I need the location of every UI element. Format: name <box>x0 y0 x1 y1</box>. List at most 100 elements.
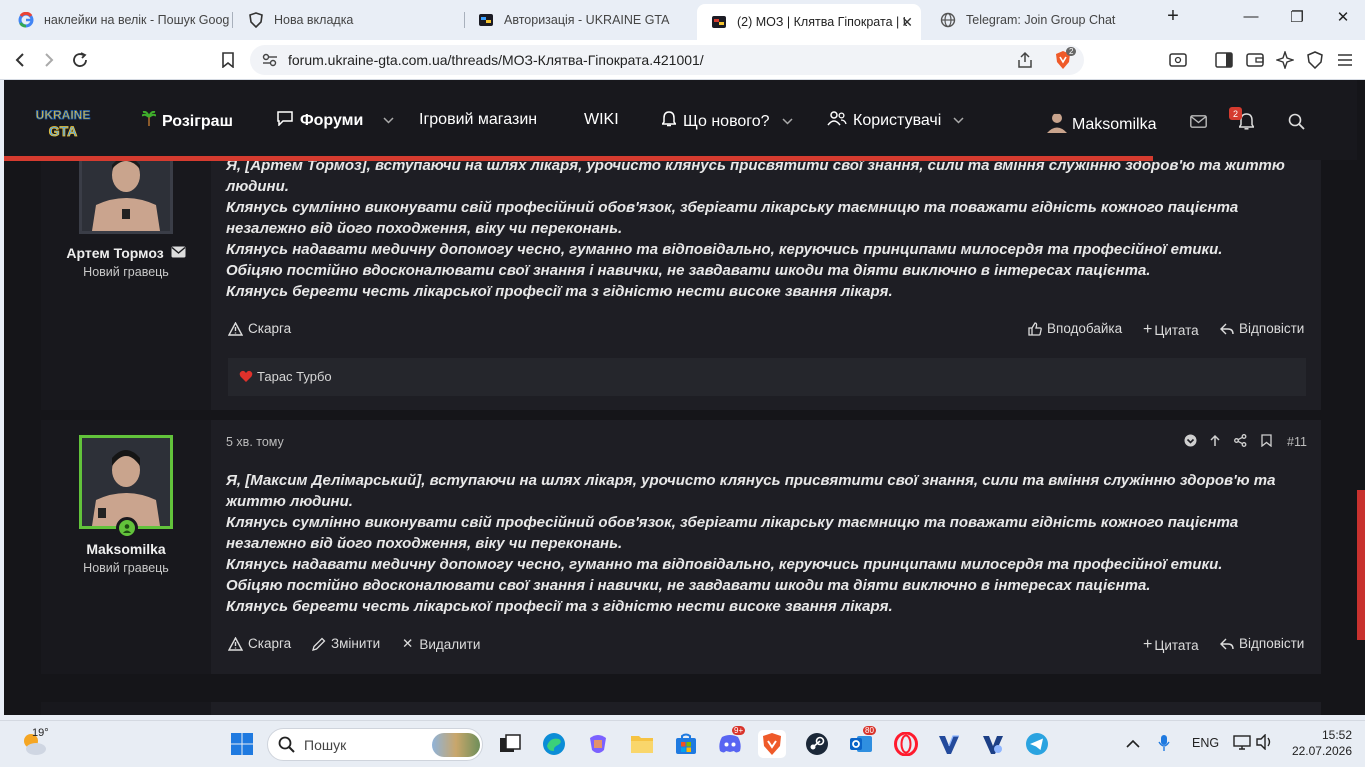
nav-whats-new[interactable]: Що нового? <box>661 111 793 132</box>
arrow-up-icon[interactable] <box>1209 434 1221 447</box>
nav-shop[interactable]: Ігровий магазин <box>419 111 537 129</box>
edge-icon[interactable] <box>540 730 568 758</box>
outlook-icon[interactable]: 80 <box>847 726 876 758</box>
reply-button[interactable]: Відповісти <box>1220 321 1304 336</box>
brave-shields-icon[interactable]: 2 <box>1054 47 1077 75</box>
chevron-down-icon[interactable] <box>953 115 964 127</box>
logo-top-text: UKRAINE <box>36 108 91 122</box>
scrollbar-thumb[interactable] <box>1357 490 1365 640</box>
globe-icon <box>940 12 956 28</box>
leo-ai-icon[interactable] <box>1275 50 1295 70</box>
microphone-icon[interactable] <box>1158 734 1170 757</box>
users-icon <box>827 111 847 131</box>
post-time[interactable]: 5 хв. тому <box>226 435 284 449</box>
tab-moz-oath[interactable]: (2) МОЗ | Клятва Гіпократа | U ✕ <box>697 4 921 40</box>
pencil-icon <box>312 637 326 651</box>
reply-button[interactable]: Відповісти <box>1220 636 1304 651</box>
nav-label: WIKI <box>584 111 619 128</box>
nav-wiki[interactable]: WIKI <box>584 111 619 129</box>
keyboard-language[interactable]: ENG <box>1192 736 1219 750</box>
post-line: Я, [Артем Тормоз], вступаючи на шлях лік… <box>226 157 1285 195</box>
reactions-bar[interactable]: Тарас Турбо <box>228 358 1306 396</box>
report-button[interactable]: Скарга <box>228 636 291 651</box>
clock[interactable]: 15:52 22.07.2026 <box>1282 727 1352 759</box>
account-menu[interactable]: Maksomilka <box>1046 111 1156 138</box>
author-name[interactable]: Артем Тормоз <box>66 245 163 261</box>
warning-icon <box>228 321 243 336</box>
brave-shield-icon <box>248 12 264 28</box>
post-author-sidebar <box>41 702 211 715</box>
user-name[interactable]: Maksomilka <box>41 541 211 557</box>
clock-time: 15:52 <box>1321 728 1352 742</box>
tab-new-tab[interactable]: Нова вкладка <box>234 6 460 34</box>
menu-icon[interactable] <box>1335 50 1355 70</box>
like-button[interactable]: Вподобайка <box>1028 321 1122 336</box>
game-launcher-2-icon[interactable] <box>979 730 1007 758</box>
minimize-icon[interactable]: — <box>1236 8 1266 25</box>
new-tab-plus-icon[interactable]: + <box>1158 5 1188 28</box>
edit-button[interactable]: Змінити <box>312 636 380 651</box>
post-number[interactable]: #11 <box>1287 435 1307 449</box>
address-bar[interactable]: forum.ukraine-gta.com.ua/threads/МОЗ-Кля… <box>250 45 1084 75</box>
windows-start-icon[interactable] <box>228 730 256 758</box>
tab-telegram[interactable]: Telegram: Join Group Chat <box>926 6 1154 34</box>
x-icon: ✕ <box>402 636 414 651</box>
back-icon[interactable] <box>8 48 32 72</box>
site-logo[interactable]: UKRAINE GTA <box>32 104 94 140</box>
tab-authorization[interactable]: Авторизація - UKRAINE GTA <box>464 6 692 34</box>
telegram-icon[interactable] <box>1023 730 1051 758</box>
search-icon[interactable] <box>1285 110 1307 132</box>
chevron-down-icon[interactable] <box>383 115 394 127</box>
task-view-icon[interactable] <box>496 730 524 758</box>
page-scrollbar[interactable] <box>1357 80 1365 715</box>
reaction-user-link[interactable]: Тарас Турбо <box>257 369 332 384</box>
share-icon[interactable] <box>1234 434 1247 447</box>
bookmark-icon[interactable] <box>216 48 240 72</box>
envelope-icon[interactable] <box>171 245 186 261</box>
weather-widget[interactable]: 19° <box>20 727 49 761</box>
tab-title: Авторизація - UKRAINE GTA <box>504 13 670 27</box>
user-name[interactable]: Артем Тормоз <box>41 245 211 261</box>
ukraine-gta-icon <box>478 12 494 28</box>
report-label: Скарга <box>248 636 292 651</box>
game-launcher-icon[interactable] <box>935 730 963 758</box>
steam-icon[interactable] <box>803 730 831 758</box>
like-label: Вподобайка <box>1047 321 1123 336</box>
quote-button[interactable]: + Цитата <box>1143 321 1199 339</box>
brave-taskbar-icon[interactable] <box>758 730 786 758</box>
alerts-bell-icon[interactable]: 2 <box>1229 107 1257 132</box>
report-button[interactable]: Скарга <box>228 321 291 336</box>
delete-button[interactable]: ✕ Видалити <box>402 636 480 652</box>
close-window-icon[interactable]: ✕ <box>1328 8 1358 26</box>
reload-icon[interactable] <box>68 48 92 72</box>
discord-icon[interactable]: 9+ <box>716 726 746 758</box>
site-settings-icon[interactable] <box>262 53 278 72</box>
nav-giveaway[interactable]: Розіграш <box>141 110 233 132</box>
share-icon[interactable] <box>1016 51 1034 74</box>
close-tab-icon[interactable]: ✕ <box>901 14 913 31</box>
user-title: Новий гравець <box>83 561 169 575</box>
taskbar-search-input[interactable]: Пошук <box>267 728 483 761</box>
vpn-shield-icon[interactable] <box>1305 50 1325 70</box>
show-hidden-icons-chevron-icon[interactable] <box>1126 735 1140 753</box>
check-circle-icon[interactable] <box>1184 434 1197 447</box>
restore-icon[interactable]: ❐ <box>1282 8 1312 26</box>
microsoft-store-icon[interactable] <box>672 730 700 758</box>
nav-forums[interactable]: Форуми <box>277 111 394 131</box>
opera-icon[interactable] <box>892 730 920 758</box>
volume-icon[interactable] <box>1256 733 1274 755</box>
tab-google-search[interactable]: наклейки на велік - Пошук Goog <box>4 6 230 34</box>
quote-button[interactable]: + Цитата <box>1143 636 1199 654</box>
nav-users[interactable]: Користувачі <box>827 111 964 131</box>
chevron-down-icon[interactable] <box>782 116 793 128</box>
avatar[interactable] <box>79 435 173 529</box>
sidebar-icon[interactable] <box>1214 50 1234 70</box>
copilot-icon[interactable] <box>584 730 612 758</box>
wallet-icon[interactable] <box>1245 50 1265 70</box>
forward-icon[interactable] <box>37 48 61 72</box>
envelope-icon[interactable] <box>1187 110 1209 132</box>
network-icon[interactable] <box>1233 734 1251 755</box>
file-explorer-icon[interactable] <box>628 730 656 758</box>
bookmark-icon[interactable] <box>1261 434 1272 447</box>
reader-mode-icon[interactable] <box>1168 50 1188 70</box>
